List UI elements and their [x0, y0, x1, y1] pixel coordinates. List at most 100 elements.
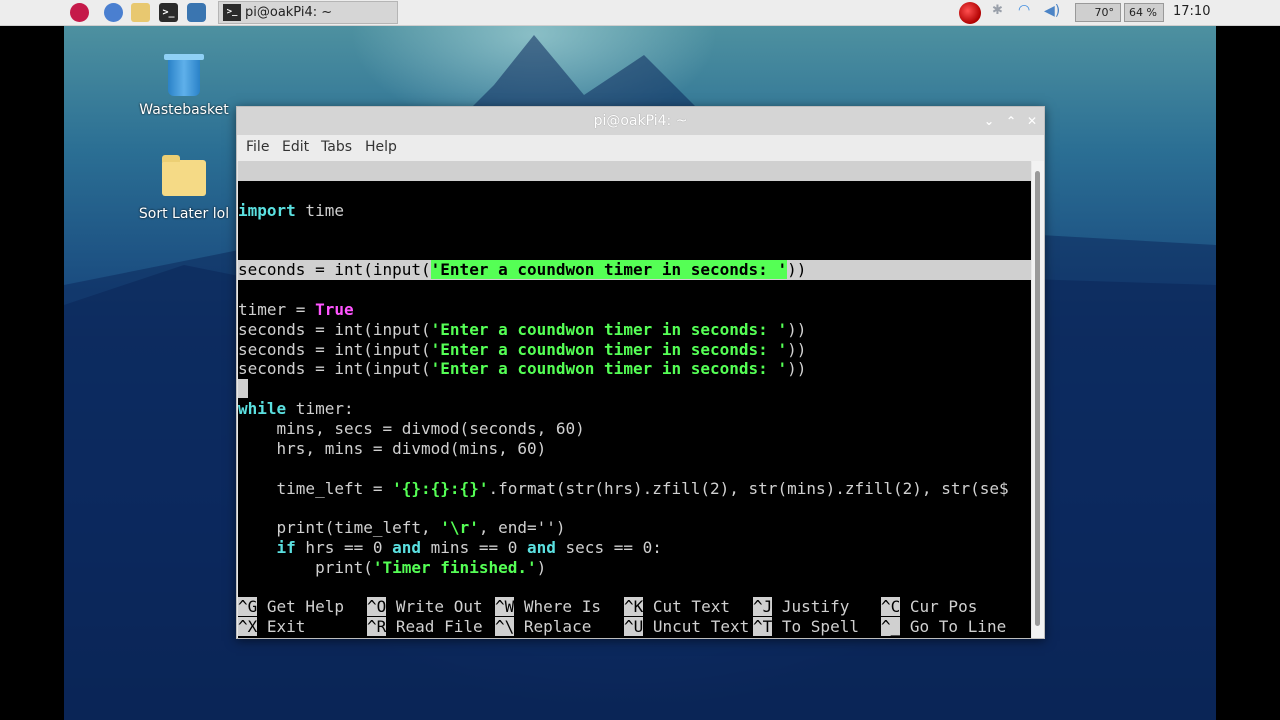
shortcut-justify[interactable]: ^J Justify — [753, 597, 849, 617]
bluetooth-icon[interactable]: ✱ — [992, 3, 1003, 18]
nano-status: Modified — [933, 221, 1011, 240]
code-keyword: and — [527, 538, 556, 557]
shortcut-label: Justify — [772, 597, 850, 616]
terminal-icon[interactable]: >_ — [159, 3, 178, 22]
code-line[interactable]: timer = True — [238, 300, 1031, 320]
shortcut-key: ^C — [881, 597, 901, 616]
terminal-scrollbar[interactable] — [1032, 161, 1044, 638]
shortcut-to-spell[interactable]: ^T To Spell — [753, 617, 859, 637]
terminal-window: pi@oakPi4: ~ ⌄ ⌃ ✕ File Edit Tabs Help G… — [236, 106, 1045, 639]
web-browser-icon[interactable] — [104, 3, 123, 22]
wifi-icon[interactable]: ◠ — [1018, 2, 1030, 18]
nano-shortcuts-row1: ^G Get Help ^O Write Out ^W Where Is ^K … — [238, 597, 1031, 617]
code-text: seconds = int(input( — [238, 359, 431, 378]
code-string: 'Enter a coundwon timer in seconds: ' — [430, 260, 788, 279]
shortcut-exit[interactable]: ^X Exit — [238, 617, 305, 637]
code-line[interactable]: import time — [238, 201, 1031, 221]
terminal-area[interactable]: GNU nano 3.2 tutorial.py Modified import… — [238, 161, 1031, 638]
shortcut-key: ^G — [238, 597, 258, 616]
menu-tabs[interactable]: Tabs — [321, 139, 352, 155]
menu-file[interactable]: File — [246, 139, 269, 155]
code-line[interactable]: print('Timer finished.') — [238, 558, 1031, 578]
nano-shortcuts-row2: ^X Exit ^R Read File ^\ Replace ^U Uncut… — [238, 617, 1031, 637]
window-title: pi@oakPi4: ~ — [593, 113, 688, 129]
code-line[interactable]: seconds = int(input('Enter a coundwon ti… — [238, 359, 1031, 379]
shortcut-get-help[interactable]: ^G Get Help — [238, 597, 344, 617]
code-text: timer: — [286, 399, 354, 418]
shortcut-label: Read File — [386, 617, 483, 636]
shortcut-uncut-text[interactable]: ^U Uncut Text — [624, 617, 749, 637]
nano-header: GNU nano 3.2 tutorial.py Modified — [238, 161, 1031, 240]
code-text: )) — [787, 260, 807, 279]
code-line[interactable]: time_left = '{}:{}:{}'.format(str(hrs).z… — [238, 479, 1031, 499]
desktop-icon-wastebasket[interactable]: Wastebasket — [134, 54, 234, 118]
scrollbar-thumb[interactable] — [1035, 171, 1040, 626]
raspberry-menu-icon[interactable] — [70, 3, 89, 22]
shortcut-key: ^R — [367, 617, 387, 636]
code-line-selected[interactable]: seconds = int(input('Enter a coundwon ti… — [238, 260, 1031, 280]
cpu-temp-gauge: 70° — [1075, 3, 1121, 22]
code-line[interactable]: seconds = int(input('Enter a coundwon ti… — [238, 340, 1031, 360]
file-manager-icon[interactable] — [131, 3, 150, 22]
close-icon[interactable]: ✕ — [1023, 112, 1041, 130]
menubar: File Edit Tabs Help — [237, 135, 1044, 162]
minimize-icon[interactable]: ⌄ — [980, 112, 998, 130]
menu-help[interactable]: Help — [365, 139, 397, 155]
shortcut-label: Uncut Text — [643, 617, 750, 636]
shortcut-label: Cut Text — [643, 597, 730, 616]
record-icon[interactable] — [959, 2, 981, 24]
code-line[interactable]: hrs, mins = divmod(mins, 60) — [238, 439, 1031, 459]
desktop-icon-sort-later[interactable]: Sort Later lol — [134, 155, 234, 222]
nano-version: GNU nano 3.2 — [258, 181, 374, 200]
code-line[interactable]: seconds = int(input('Enter a coundwon ti… — [238, 320, 1031, 340]
clock[interactable]: 17:10 — [1173, 4, 1210, 19]
code-text: seconds = int(input( — [238, 320, 431, 339]
shortcut-go-to-line[interactable]: ^_ Go To Line — [881, 617, 1006, 637]
code-line[interactable] — [238, 379, 1031, 399]
code-keyword: import — [238, 201, 296, 220]
folder-icon — [162, 155, 206, 196]
code-string: '\r' — [440, 518, 479, 537]
code-text: time — [295, 201, 344, 220]
shortcut-key: ^\ — [495, 617, 515, 636]
desktop-icon-label: Sort Later lol — [138, 206, 230, 222]
code-text: , end='') — [478, 518, 566, 537]
volume-icon[interactable]: ◀) — [1044, 3, 1060, 19]
window-titlebar[interactable]: pi@oakPi4: ~ ⌄ ⌃ ✕ — [237, 107, 1044, 135]
taskbar-window-button[interactable]: >_ pi@oakPi4: ~ — [218, 1, 398, 24]
shortcut-key: ^W — [495, 597, 515, 616]
shortcut-where-is[interactable]: ^W Where Is — [495, 597, 601, 617]
shortcut-key: ^J — [753, 597, 773, 616]
code-text: mins == 0 — [421, 538, 527, 557]
shortcut-cut-text[interactable]: ^K Cut Text — [624, 597, 730, 617]
python-icon[interactable] — [187, 3, 206, 22]
terminal-icon: >_ — [223, 4, 241, 21]
shortcut-key: ^_ — [881, 617, 901, 636]
trash-icon — [164, 54, 204, 96]
code-keyword: if — [276, 538, 296, 557]
shortcut-key: ^O — [367, 597, 387, 616]
shortcut-write-out[interactable]: ^O Write Out — [367, 597, 483, 617]
code-line[interactable]: mins, secs = divmod(seconds, 60) — [238, 419, 1031, 439]
shortcut-key: ^K — [624, 597, 644, 616]
cpu-usage-gauge: 64 % — [1124, 3, 1164, 22]
shortcut-read-file[interactable]: ^R Read File — [367, 617, 483, 637]
shortcut-label: Go To Line — [900, 617, 1007, 636]
taskbar-window-title: pi@oakPi4: ~ — [245, 5, 333, 20]
shortcut-key: ^X — [238, 617, 258, 636]
code-line[interactable]: print(time_left, '\r', end='') — [238, 518, 1031, 538]
code-line[interactable]: if hrs == 0 and mins == 0 and secs == 0: — [238, 538, 1031, 558]
maximize-icon[interactable]: ⌃ — [1002, 112, 1020, 130]
shortcut-label: Write Out — [386, 597, 483, 616]
code-line[interactable]: while timer: — [238, 399, 1031, 419]
shortcut-cur-pos[interactable]: ^C Cur Pos — [881, 597, 977, 617]
code-text: )) — [787, 359, 807, 378]
desktop-icon-label: Wastebasket — [139, 102, 229, 118]
text-cursor — [238, 379, 248, 398]
shortcut-label: Get Help — [257, 597, 344, 616]
code-text: )) — [787, 340, 807, 359]
menu-edit[interactable]: Edit — [282, 139, 309, 155]
code-text: time_left = — [238, 479, 393, 498]
shortcut-replace[interactable]: ^\ Replace — [495, 617, 591, 637]
